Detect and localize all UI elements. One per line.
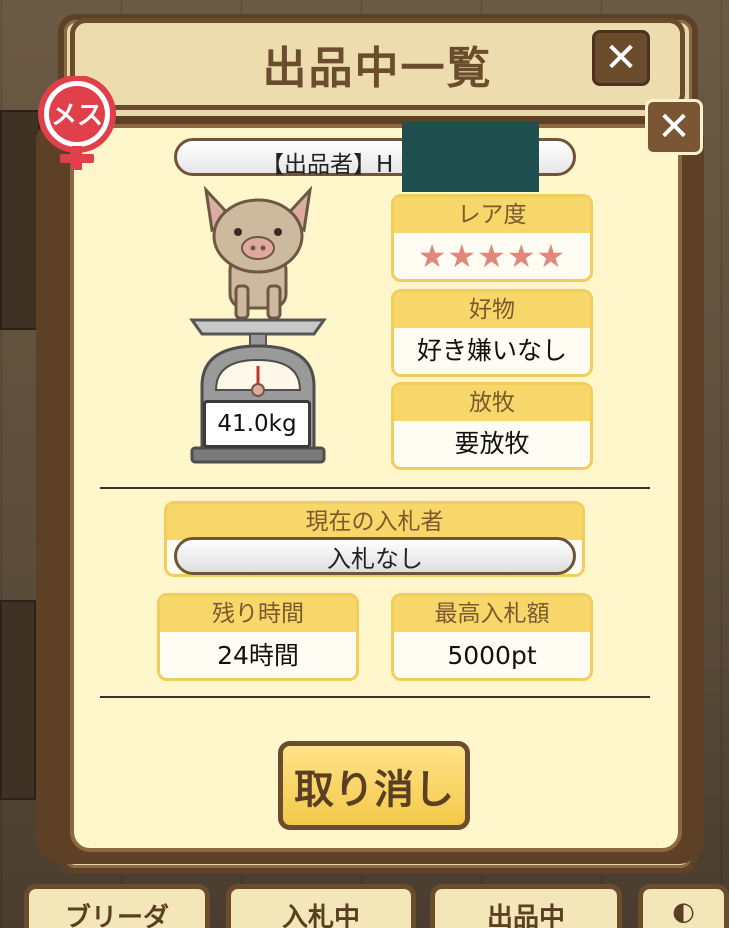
current-bidder-label: 現在の入札者 [167,504,582,540]
tab-bidding-label: 入札中 [281,903,360,928]
grazing-card: 放牧 要放牧 [391,382,593,470]
time-left-value: 24時間 [217,641,299,670]
tab-breeder[interactable]: ブリーダ [24,884,210,928]
listing-title: 出品中一覧 [262,43,493,94]
tab-breeder-label: ブリーダ [64,903,169,928]
listing-close-button[interactable]: ✕ [592,30,650,86]
tab-listing[interactable]: 出品中 [430,884,622,928]
rarity-label: レア度 [394,197,590,233]
grazing-value: 要放牧 [454,429,530,458]
seller-label: 【出品者】H [261,152,394,178]
time-left-label: 残り時間 [160,596,356,632]
background-beam [0,600,36,800]
redaction-block [402,122,539,192]
favorite-food-card: 好物 好き嫌いなし [391,289,593,377]
favorite-food-label: 好物 [394,292,590,328]
divider-top [100,487,650,489]
top-bid-value: 5000pt [447,641,537,670]
rarity-card: レア度 ★★★★★ [391,194,593,282]
time-left-card: 残り時間 24時間 [157,593,359,681]
cancel-listing-button[interactable]: 取り消し [278,741,470,830]
tab-listing-label: 出品中 [486,903,565,928]
female-badge-icon: メス [30,75,124,176]
tab-extra-icon: ◐ [672,897,695,927]
tab-bidding[interactable]: 入札中 [226,884,416,928]
weight-readout: 41.0kg [203,400,311,448]
current-bidder-value: 入札なし [174,537,576,575]
gender-badge-label: メス [51,101,103,131]
top-bid-label: 最高入札額 [394,596,590,632]
tab-extra[interactable]: ◐ [638,884,729,928]
modal-close-button[interactable]: ✕ [645,99,703,155]
divider-bottom [100,696,650,698]
favorite-food-value: 好き嫌いなし [416,336,567,365]
grazing-label: 放牧 [394,385,590,421]
top-bid-card: 最高入札額 5000pt [391,593,593,681]
rarity-stars: ★★★★★ [417,237,567,275]
